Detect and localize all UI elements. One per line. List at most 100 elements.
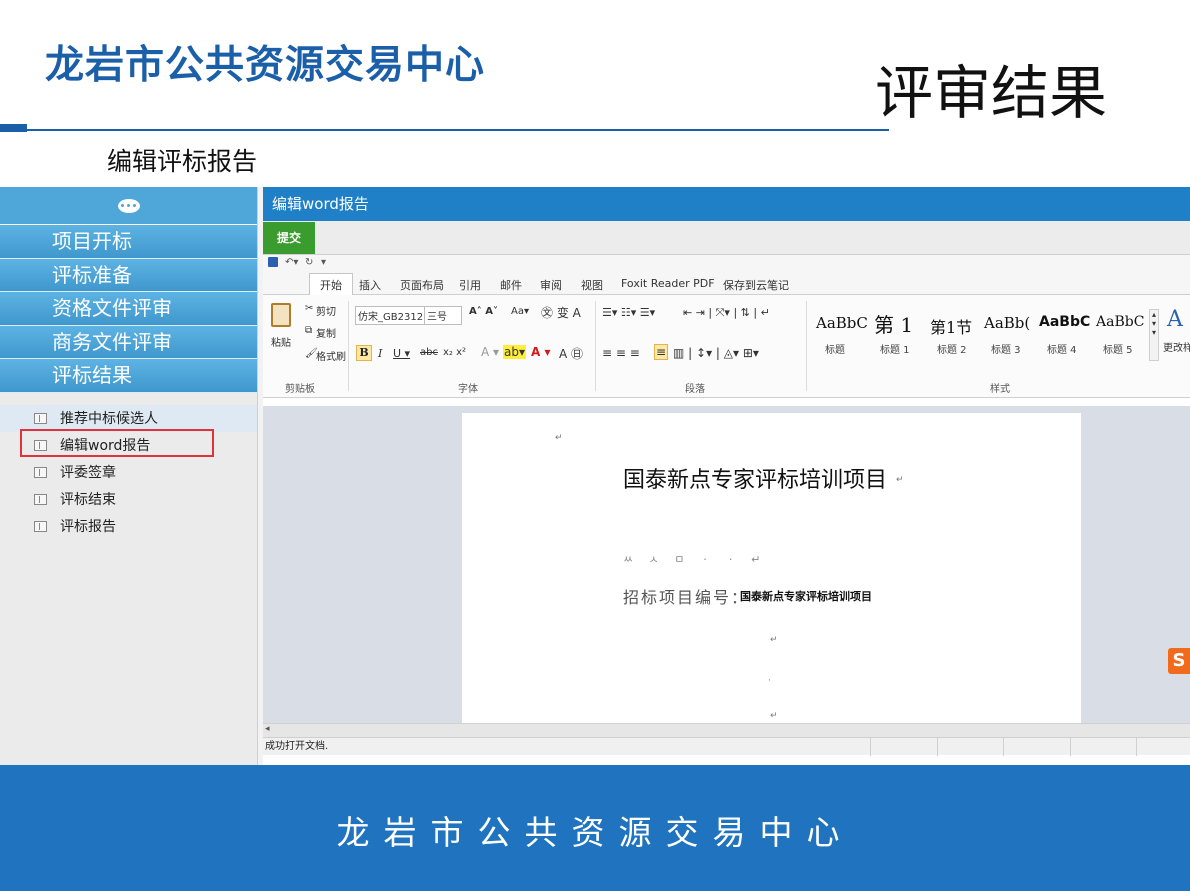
section-title: 评审结果 [875, 59, 1108, 127]
chat-icon[interactable] [117, 198, 140, 213]
scissors-icon[interactable]: ✂ [305, 303, 313, 314]
copy-label[interactable]: 复制 [316, 325, 336, 340]
undo-icon[interactable]: ↶▾ [285, 257, 298, 268]
underline-icon[interactable]: U ▾ [393, 347, 410, 360]
faint-text-line: ㅆ ㅅ ㅁ ㆍ ㆍ ↵ [623, 553, 767, 566]
text-effects-icon[interactable]: A ▾ [481, 345, 499, 359]
nav-item-opening[interactable]: 项目开标 [0, 225, 257, 259]
cut-label[interactable]: 剪切 [316, 303, 336, 318]
nav-item-qualification-review[interactable]: 资格文件评审 [0, 292, 257, 326]
sub-item-recommend-candidates[interactable]: 推荐中标候选人 [0, 404, 257, 432]
copy-icon[interactable]: ⧉ [305, 325, 312, 336]
paste-label[interactable]: 粘贴 [271, 334, 291, 349]
style-label[interactable]: 标题 2 [937, 341, 967, 356]
document-title: 国泰新点专家评标培训项目 [623, 468, 888, 493]
nav-item-results[interactable]: 评标结果 [0, 359, 257, 393]
change-styles-icon[interactable]: A [1167, 307, 1183, 332]
header-rule [27, 129, 889, 131]
format-painter-label[interactable]: 格式刷 [316, 348, 346, 363]
ribbon-tabs: 开始 插入 页面布局 引用 邮件 审阅 视图 Foxit Reader PDF … [263, 273, 1190, 296]
style-preview[interactable]: AaBb( [984, 314, 1030, 332]
sub-item-expert-sign[interactable]: 评委签章 [0, 459, 257, 486]
book-icon [34, 493, 47, 505]
redo-icon[interactable]: ↻ [305, 257, 313, 268]
highlight-annotation [20, 429, 214, 457]
header-rule-accent [0, 124, 27, 132]
customize-qat-icon[interactable]: ▾ [321, 257, 326, 268]
document-area[interactable]: ↵ 国泰新点专家评标培训项目 ↵ ㅆ ㅅ ㅁ ㆍ ㆍ ↵ 招标项目编号： 国泰新… [263, 406, 1190, 723]
change-styles-label[interactable]: 更改样 [1163, 339, 1190, 354]
nav-item-business-review[interactable]: 商务文件评审 [0, 325, 257, 359]
char-shading-icon[interactable]: A ㊐ [559, 345, 583, 362]
tab-review[interactable]: 审阅 [540, 277, 562, 293]
style-preview[interactable]: AaBbC [1039, 314, 1090, 330]
phonetic-guide-icon[interactable]: ㉆ 变 A [541, 304, 581, 321]
font-group-label: 字体 [458, 384, 478, 395]
tab-page-layout[interactable]: 页面布局 [400, 277, 444, 293]
book-icon [34, 520, 47, 532]
tab-references[interactable]: 引用 [459, 277, 481, 293]
italic-icon[interactable]: I [378, 347, 382, 360]
project-code-value: 国泰新点专家评标培训项目 [740, 590, 872, 603]
align-icons[interactable]: ≡ ≡ ≡ [602, 346, 640, 360]
status-divider [937, 738, 938, 756]
bold-icon[interactable]: B [356, 345, 372, 361]
style-preview[interactable]: AaBbC [1096, 314, 1144, 330]
style-preview[interactable]: AaBbC [816, 314, 868, 332]
group-divider [348, 301, 349, 391]
justify-icon[interactable]: ≡ [654, 344, 669, 360]
slide-subtitle: 编辑评标报告 [107, 147, 258, 176]
document-page[interactable]: ↵ 国泰新点专家评标培训项目 ↵ ㅆ ㅅ ㅁ ㆍ ㆍ ↵ 招标项目编号： 国泰新… [462, 413, 1081, 723]
sub-item-label: 评委签章 [60, 465, 116, 481]
status-text: 成功打开文档. [265, 741, 329, 752]
font-color-icon[interactable]: A ▾ [531, 345, 551, 359]
book-icon [34, 412, 47, 424]
nav-item-preparation[interactable]: 评标准备 [0, 258, 257, 292]
bullets-icon[interactable]: ☰▾ ☷▾ ☰▾ [602, 306, 655, 319]
distribute-icon[interactable]: ▥ | ↕▾ | ◬▾ ⊞▾ [673, 346, 759, 360]
quick-access-toolbar: ↶▾ ↻ ▾ [263, 255, 1190, 273]
status-divider [1070, 738, 1071, 756]
tab-insert[interactable]: 插入 [359, 277, 381, 293]
input-method-icon[interactable]: S [1168, 648, 1190, 674]
book-icon [34, 466, 47, 478]
subscript-icon[interactable]: x₂ x² [443, 347, 466, 358]
strikethrough-icon[interactable]: abc [420, 347, 438, 358]
sub-item-evaluation-end[interactable]: 评标结束 [0, 486, 257, 513]
paragraph-mark: ↵ [770, 635, 778, 645]
left-nav: 项目开标 评标准备 资格文件评审 商务文件评审 评标结果 推荐中标候选人 编辑w… [0, 187, 258, 765]
sub-item-evaluation-report[interactable]: 评标报告 [0, 513, 257, 540]
nav-header [0, 187, 257, 225]
group-divider [806, 301, 807, 391]
horizontal-scrollbar[interactable]: ◂ [263, 723, 1190, 737]
style-preview[interactable]: 第 1 [874, 309, 913, 338]
highlight-color-icon[interactable]: ab▾ [503, 345, 526, 359]
status-divider [1136, 738, 1137, 756]
style-label[interactable]: 标题 3 [991, 341, 1021, 356]
slide-title: 龙岩市公共资源交易中心 [45, 43, 486, 88]
app-screenshot: 项目开标 评标准备 资格文件评审 商务文件评审 评标结果 推荐中标候选人 编辑w… [0, 187, 1190, 765]
project-code-label: 招标项目编号： [623, 588, 750, 607]
tab-cloud-note[interactable]: 保存到云笔记 [723, 277, 789, 293]
font-size-select[interactable]: 三号 [424, 306, 462, 325]
styles-group-label: 样式 [990, 384, 1010, 395]
tab-foxit[interactable]: Foxit Reader PDF [621, 277, 715, 290]
change-case-icon[interactable]: Aa▾ [511, 306, 529, 317]
style-label[interactable]: 标题 4 [1047, 341, 1077, 356]
paste-icon[interactable] [271, 303, 291, 327]
tab-mailings[interactable]: 邮件 [500, 277, 522, 293]
status-divider [1003, 738, 1004, 756]
style-label[interactable]: 标题 1 [880, 341, 910, 356]
tab-view[interactable]: 视图 [581, 277, 603, 293]
styles-scroll[interactable]: ▴ ▾ ▾ [1149, 309, 1159, 361]
indent-icon[interactable]: ⇤ ⇥ | ⤧▾ | ⇅ | ↵ [683, 306, 770, 320]
font-name-select[interactable]: 仿宋_GB2312 [355, 306, 427, 325]
save-icon[interactable] [268, 257, 278, 267]
style-label[interactable]: 标题 5 [1103, 341, 1133, 356]
paragraph-mark: ↵ [896, 475, 904, 485]
style-label[interactable]: 标题 [825, 341, 845, 356]
style-preview[interactable]: 第1节 [930, 314, 972, 338]
submit-button[interactable]: 提交 [263, 222, 315, 254]
tab-home[interactable]: 开始 [309, 273, 353, 296]
grow-font-icon[interactable]: A˄ A˅ [469, 306, 498, 317]
